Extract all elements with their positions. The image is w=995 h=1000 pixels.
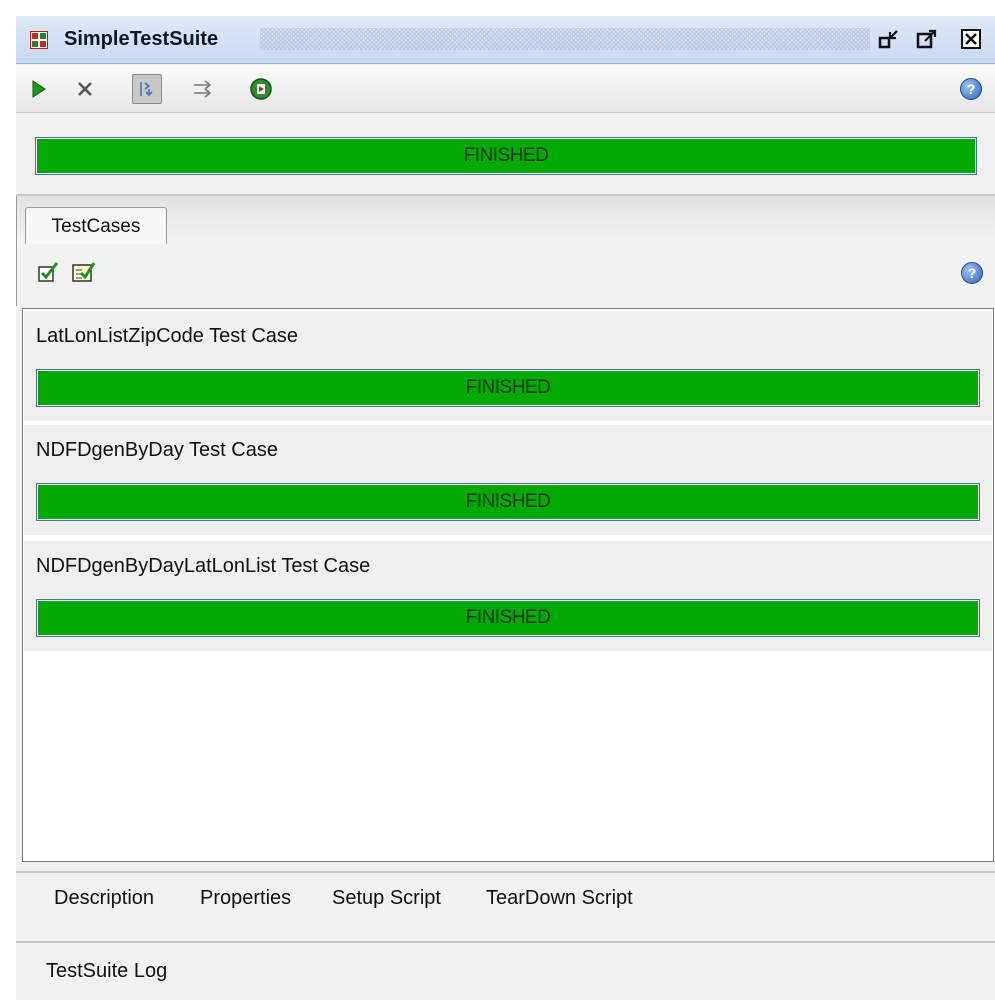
tab-setup-script[interactable]: Setup Script: [332, 887, 441, 910]
testcase-status: FINISHED: [465, 491, 551, 512]
testcase-status: FINISHED: [465, 607, 551, 628]
suite-progress-status: FINISHED: [463, 145, 549, 166]
add-testcase-icon[interactable]: [71, 260, 95, 284]
tab-teardown-script[interactable]: TearDown Script: [486, 887, 633, 910]
tab-testcases[interactable]: TestCases: [25, 207, 167, 245]
tab-strip: TestCases: [16, 196, 995, 245]
testcase-progress-bar: FINISHED: [36, 369, 980, 407]
parallel-icon[interactable]: [188, 74, 218, 104]
testsuite-panel: SimpleTestSuite ? FINISHED TestCases ? L…: [16, 16, 995, 1000]
maximize-icon[interactable]: [914, 26, 940, 52]
window-title: SimpleTestSuite: [64, 28, 219, 50]
tab-description[interactable]: Description: [54, 887, 154, 910]
testcase-list: LatLonListZipCode Test Case FINISHED NDF…: [22, 308, 994, 862]
bottom-tab-bar: Description Properties Setup Script Tear…: [16, 873, 995, 923]
sequential-icon[interactable]: [132, 74, 162, 104]
loadtest-icon[interactable]: [246, 74, 276, 104]
testcase-name: NDFDgenByDayLatLonList Test Case: [36, 555, 371, 577]
testsuite-log-tab[interactable]: TestSuite Log: [46, 960, 167, 983]
testcase-progress-bar: FINISHED: [36, 483, 980, 521]
testcase-status: FINISHED: [465, 377, 551, 398]
help-icon[interactable]: ?: [960, 78, 982, 100]
testsuite-icon: [30, 31, 48, 49]
testcase-name: NDFDgenByDay Test Case: [36, 439, 278, 461]
suite-progress-bar: FINISHED: [35, 137, 977, 175]
dock-icon[interactable]: [876, 26, 902, 52]
toolbar: ?: [16, 65, 995, 113]
run-icon[interactable]: [24, 74, 54, 104]
close-icon[interactable]: [958, 26, 984, 52]
cancel-icon[interactable]: [70, 74, 100, 104]
title-bar[interactable]: SimpleTestSuite: [16, 16, 995, 64]
list-item[interactable]: NDFDgenByDayLatLonList Test Case FINISHE…: [24, 541, 992, 651]
list-item[interactable]: NDFDgenByDay Test Case FINISHED: [24, 425, 992, 535]
testcases-toolbar: ?: [16, 244, 995, 306]
title-drag-area[interactable]: [260, 28, 870, 50]
log-bar: TestSuite Log: [16, 943, 995, 1000]
enable-testcase-icon[interactable]: [37, 260, 61, 284]
testcase-progress-bar: FINISHED: [36, 599, 980, 637]
testcases-help-icon[interactable]: ?: [961, 262, 983, 284]
list-item[interactable]: LatLonListZipCode Test Case FINISHED: [24, 311, 992, 421]
tab-properties[interactable]: Properties: [200, 887, 291, 910]
testcase-name: LatLonListZipCode Test Case: [36, 325, 299, 347]
